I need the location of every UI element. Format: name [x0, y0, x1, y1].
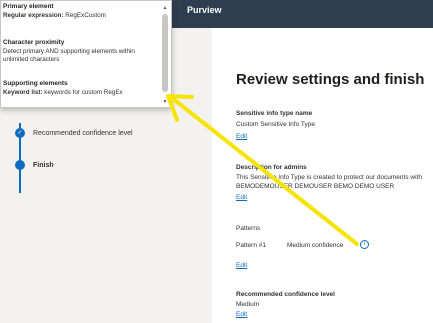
patterns-label: Patterns — [236, 225, 261, 232]
step-recommended-confidence[interactable]: ✓ Recommended confidence level — [15, 128, 133, 138]
scroll-down-icon[interactable]: ▼ — [161, 99, 169, 105]
character-proximity-title: Character proximity — [3, 39, 65, 46]
callout-scrollbar[interactable]: ▲ ▼ — [161, 5, 169, 105]
edit-patterns-link[interactable]: Edit — [236, 262, 247, 269]
edit-description-link[interactable]: Edit — [236, 194, 247, 201]
description-label: Description for admins — [236, 164, 307, 171]
pattern-confidence: Medium confidence — [287, 242, 344, 249]
step-label: Finish — [33, 161, 54, 169]
app-name: Purview — [187, 5, 222, 15]
supporting-elements-text: Keyword list: keywords for custom RegEx — [3, 89, 123, 96]
supporting-elements-title: Supporting elements — [3, 80, 68, 87]
primary-element-text: Regular expression: RegExCustom — [3, 12, 106, 19]
page-title: Review settings and finish — [236, 71, 425, 88]
check-icon: ✓ — [15, 128, 25, 138]
confidence-value: Medium — [236, 301, 260, 308]
description-line-1: This Sensitive Info Type is created to p… — [236, 174, 422, 181]
edit-name-link[interactable]: Edit — [236, 133, 247, 140]
primary-element-title: Primary element — [3, 3, 54, 10]
pattern-details-callout: Primary element Regular expression: RegE… — [0, 0, 172, 108]
confidence-label: Recommended confidence level — [236, 291, 335, 298]
pattern-info-icon[interactable]: i — [360, 240, 369, 249]
step-finish[interactable]: Finish — [15, 160, 54, 170]
name-value: Custom Sensitive Info Type — [236, 121, 316, 128]
step-label: Recommended confidence level — [33, 129, 133, 137]
scroll-thumb[interactable] — [162, 14, 168, 92]
scroll-up-icon[interactable]: ▲ — [161, 5, 169, 11]
name-label: Sensitive info type name — [236, 110, 313, 117]
character-proximity-text: Detect primary AND supporting elements w… — [3, 48, 135, 63]
description-line-2: BEMODEMOUSER DEMOUSER BEMO DEMO USER — [236, 183, 395, 190]
pattern-name: Pattern #1 — [236, 242, 266, 249]
current-step-dot-icon — [15, 160, 25, 170]
edit-confidence-link[interactable]: Edit — [236, 311, 247, 318]
